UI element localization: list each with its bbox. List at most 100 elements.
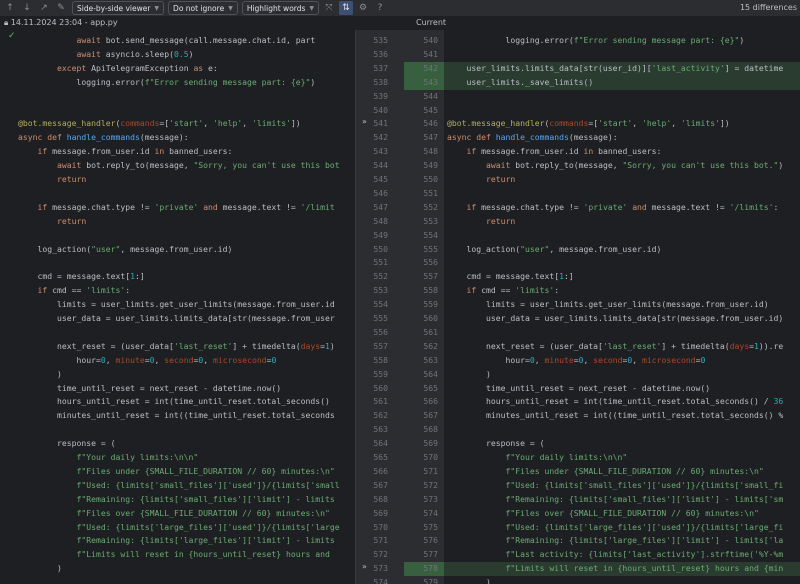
diff-row: 574 579 ) xyxy=(0,576,800,584)
right-code-line[interactable]: f"Your daily limits:\n\n" xyxy=(447,451,800,465)
left-line-number: 552 xyxy=(373,271,388,282)
diff-content[interactable]: await bot.send_message(call.message.chat… xyxy=(0,30,800,584)
right-code-line[interactable]: minutes_until_reset = int((time_until_re… xyxy=(447,409,800,423)
left-code-line[interactable]: f"Used: {limits['small_files']['used']}/… xyxy=(18,479,354,493)
left-code-line[interactable]: if cmd == 'limits': xyxy=(18,284,354,298)
diff-row: f"Your daily limits:\n\n" 565 570 f"Your d… xyxy=(0,451,800,465)
left-code-line[interactable]: f"Remaining: {limits['large_files']['lim… xyxy=(18,534,354,548)
edit-icon[interactable]: ✎ xyxy=(54,1,68,15)
left-code-line[interactable]: if message.chat.type != 'private' and me… xyxy=(18,201,354,215)
transfer-arrow-icon[interactable]: » xyxy=(362,562,367,571)
right-code-line[interactable]: f"Used: {limits['large_files']['used']}/… xyxy=(447,521,800,535)
right-code-line[interactable]: user_data = user_limits.limits_data[str(… xyxy=(447,312,800,326)
transfer-arrow-icon[interactable]: » xyxy=(362,117,367,126)
right-code-line[interactable]: cmd = message.text[1:] xyxy=(447,270,800,284)
right-code-line[interactable]: if cmd == 'limits': xyxy=(447,284,800,298)
viewer-mode-dropdown[interactable]: Side-by-side viewer ▼ xyxy=(72,1,165,15)
sync-scroll-icon[interactable]: ⇅ xyxy=(339,1,354,15)
right-line-number: 560 xyxy=(423,313,438,323)
diff-row: cmd = message.text[1:] 552 557 cmd = messa… xyxy=(0,270,800,284)
right-code-line[interactable]: return xyxy=(447,173,800,187)
right-code-line[interactable]: user_limits._save_limits() xyxy=(447,76,800,90)
right-code-line[interactable]: next_reset = (user_data['last_reset'] + … xyxy=(447,340,800,354)
left-code-line[interactable]: cmd = message.text[1:] xyxy=(18,270,354,284)
right-code-line[interactable]: f"Last activity: {limits['last_activity'… xyxy=(447,548,800,562)
right-line-number: 576 xyxy=(423,535,438,546)
left-code-line[interactable]: response = ( xyxy=(18,437,354,451)
right-code-line[interactable]: return xyxy=(447,215,800,229)
left-code-line[interactable]: ) xyxy=(18,562,354,576)
diff-row: 540 545 xyxy=(0,104,800,118)
left-code-line[interactable]: return xyxy=(18,173,354,187)
right-code-line[interactable]: if message.from_user.id in banned_users: xyxy=(447,145,800,159)
right-line-number: 546 xyxy=(423,118,438,129)
right-line-number: 545 xyxy=(423,104,438,115)
left-code-line[interactable]: f"Used: {limits['large_files']['used']}/… xyxy=(18,521,354,535)
left-code-line[interactable]: await asyncio.sleep(0.5) xyxy=(18,48,354,62)
diff-row: log_action("user", message.from_user.id)… xyxy=(0,243,800,257)
right-code-line[interactable]: hours_until_reset = int(time_until_reset… xyxy=(447,395,800,409)
left-code-line[interactable]: if message.from_user.id in banned_users: xyxy=(18,145,354,159)
right-code-line[interactable]: f"Used: {limits['small_files']['used']}/… xyxy=(447,479,800,493)
gear-icon[interactable]: ⚙ xyxy=(356,1,370,15)
left-code-line[interactable]: f"Remaining: {limits['small_files']['lim… xyxy=(18,493,354,507)
right-line-number: 553 xyxy=(423,215,438,226)
diff-row: ) 559 564 ) xyxy=(0,368,800,382)
left-code-line[interactable]: async def handle_commands(message): xyxy=(18,131,354,145)
left-code-line[interactable]: f"Your daily limits:\n\n" xyxy=(18,451,354,465)
right-code-line[interactable]: await bot.reply_to(message, "Sorry, you … xyxy=(447,159,800,173)
diff-row: await asyncio.sleep(0.5) 536 541 xyxy=(0,48,800,62)
left-code-line[interactable]: minutes_until_reset = int((time_until_re… xyxy=(18,409,354,423)
right-code-line[interactable]: limits = user_limits.get_user_limits(mes… xyxy=(447,298,800,312)
right-code-line[interactable]: f"Files under {SMALL_FILE_DURATION // 60… xyxy=(447,465,800,479)
left-code-line[interactable]: except ApiTelegramException as e: xyxy=(18,62,354,76)
left-code-line[interactable]: await bot.reply_to(message, "Sorry, you … xyxy=(18,159,354,173)
next-difference-icon[interactable]: ↓ xyxy=(20,1,34,15)
right-code-line[interactable]: if message.chat.type != 'private' and me… xyxy=(447,201,800,215)
right-code-line[interactable]: async def handle_commands(message): xyxy=(447,131,800,145)
left-line-number: 561 xyxy=(373,396,388,407)
left-code-line[interactable]: ) xyxy=(18,368,354,382)
help-icon[interactable]: ? xyxy=(373,1,387,15)
left-line-number: 554 xyxy=(373,299,388,310)
right-code-line[interactable]: f"Limits will reset in {hours_until_rese… xyxy=(447,562,800,576)
left-code-line[interactable]: user_data = user_limits.limits_data[str(… xyxy=(18,312,354,326)
left-code-line[interactable]: next_reset = (user_data['last_reset'] + … xyxy=(18,340,354,354)
left-code-line[interactable]: logging.error(f"Error sending message pa… xyxy=(18,76,354,90)
right-line-number: 558 xyxy=(423,285,438,296)
collapse-unchanged-icon[interactable]: ⤧ xyxy=(322,1,336,15)
left-code-line[interactable]: time_until_reset = next_reset - datetime… xyxy=(18,382,354,396)
right-code-line[interactable]: response = ( xyxy=(447,437,800,451)
right-code-line[interactable]: @bot.message_handler(commands=['start', … xyxy=(447,117,800,131)
left-code-line[interactable]: f"Files over {SMALL_FILE_DURATION // 60}… xyxy=(18,507,354,521)
left-line-number: 567 xyxy=(373,479,388,490)
highlight-mode-dropdown[interactable]: Highlight words ▼ xyxy=(241,1,320,15)
previous-difference-icon[interactable]: ↑ xyxy=(3,1,17,15)
right-code-line[interactable]: f"Files over {SMALL_FILE_DURATION // 60}… xyxy=(447,507,800,521)
right-code-line[interactable]: time_until_reset = next_reset - datetime… xyxy=(447,382,800,396)
right-code-line[interactable]: logging.error(f"Error sending message pa… xyxy=(447,34,800,48)
right-code-line[interactable]: user_limits.limits_data[str(user_id)]['l… xyxy=(447,62,800,76)
left-line-number: 565 xyxy=(373,452,388,462)
left-code-line[interactable]: return xyxy=(18,215,354,229)
jump-to-source-icon[interactable]: ↗ xyxy=(37,1,51,15)
left-code-line[interactable]: hour=0, minute=0, second=0, microsecond=… xyxy=(18,354,354,368)
right-code-line[interactable]: f"Remaining: {limits['large_files']['lim… xyxy=(447,534,800,548)
right-code-line[interactable]: f"Remaining: {limits['small_files']['lim… xyxy=(447,493,800,507)
right-code-line[interactable]: log_action("user", message.from_user.id) xyxy=(447,243,800,257)
right-code-line[interactable]: ) xyxy=(447,576,800,584)
left-code-line[interactable]: await bot.send_message(call.message.chat… xyxy=(18,34,354,48)
left-code-line[interactable]: f"Files under {SMALL_FILE_DURATION // 60… xyxy=(18,465,354,479)
right-line-number: 551 xyxy=(423,187,438,198)
left-line-number: 566 xyxy=(373,465,388,476)
right-file-title: Current xyxy=(416,18,447,27)
left-code-line[interactable]: log_action("user", message.from_user.id) xyxy=(18,243,354,257)
left-code-line[interactable]: @bot.message_handler(commands=['start', … xyxy=(18,117,354,131)
ignore-mode-dropdown[interactable]: Do not ignore ▼ xyxy=(168,1,238,15)
right-code-line[interactable]: hour=0, minute=0, second=0, microsecond=… xyxy=(447,354,800,368)
left-code-line[interactable]: limits = user_limits.get_user_limits(mes… xyxy=(18,298,354,312)
left-code-line[interactable]: f"Limits will reset in {hours_until_rese… xyxy=(18,548,354,562)
right-code-line[interactable]: ) xyxy=(447,368,800,382)
diff-row: time_until_reset = next_reset - datetime… xyxy=(0,382,800,396)
left-code-line[interactable]: hours_until_reset = int(time_until_reset… xyxy=(18,395,354,409)
